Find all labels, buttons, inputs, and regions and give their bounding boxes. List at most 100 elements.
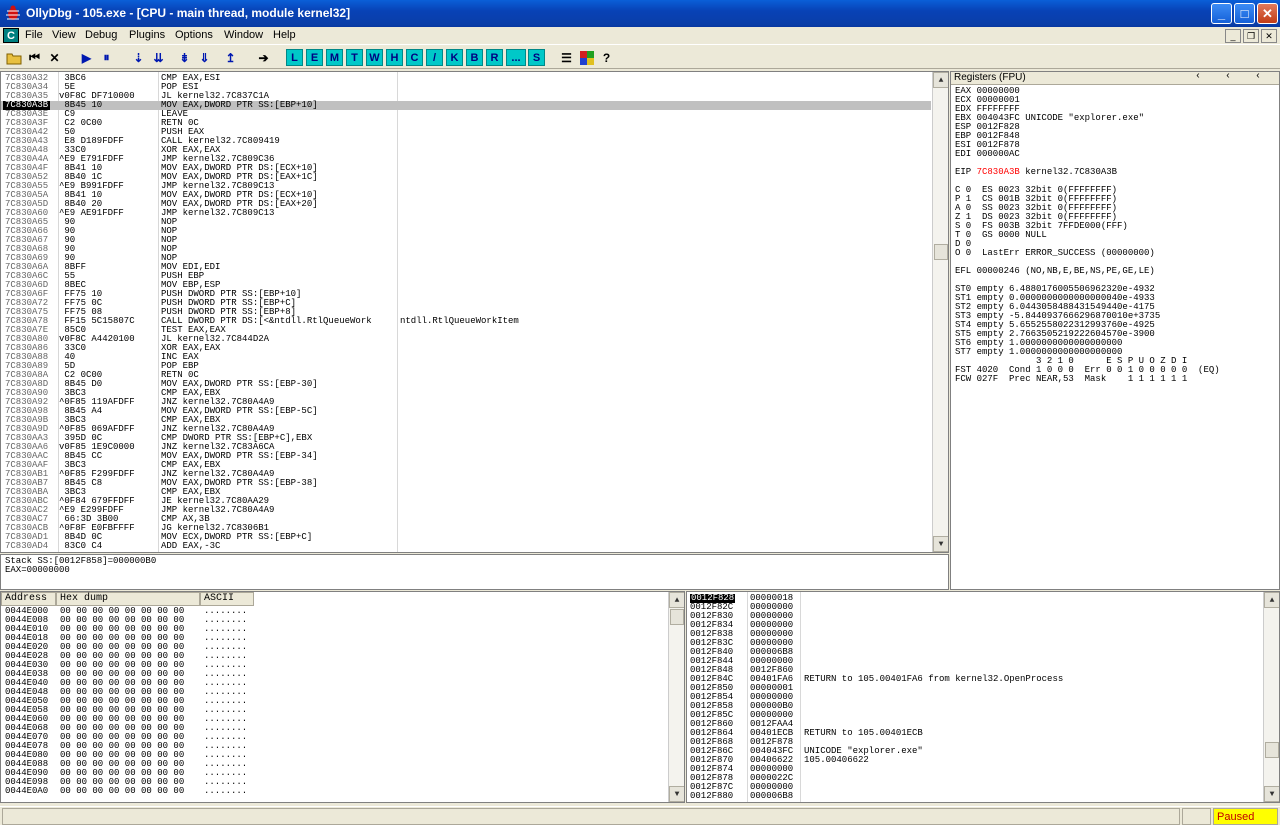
execute-till-return-icon[interactable]: ↥ <box>222 49 239 66</box>
animate-into-icon[interactable]: ⇟ <box>176 49 193 66</box>
breakpoints-button[interactable]: B <box>466 49 483 66</box>
disasm-row[interactable]: 7C830A92 ^0F85 119AFDFF JNZ kernel32.7C80A… <box>1 398 931 407</box>
disasm-row[interactable]: 7C830A68 90 NOP <box>1 245 931 254</box>
disasm-row[interactable]: 7C830A98 8B45 A4 MOV EAX,DWORD PTR SS:[EB… <box>1 407 931 416</box>
disassembly-pane[interactable]: 7C830A32 3BC6 CMP EAX,ESI 7C830A34 5E POP E… <box>0 71 949 553</box>
mdi-close-button[interactable]: ✕ <box>1261 29 1277 43</box>
menu-window[interactable]: Window <box>224 29 263 41</box>
disasm-row[interactable]: 7C830A5A 8B41 10 MOV EAX,DWORD PTR DS:[EC… <box>1 191 931 200</box>
disasm-row[interactable]: 7C830ACB ^0F8F E0FBFFFF JG kernel32.7C8306… <box>1 524 931 533</box>
menu-debug[interactable]: Debug <box>85 29 117 41</box>
disasm-row[interactable]: 7C830A4A ^E9 E791FDFF JMP kernel32.7C809C3… <box>1 155 931 164</box>
disasm-row[interactable]: 7C830AA3 395D 0C CMP DWORD PTR SS:[EBP+C]… <box>1 434 931 443</box>
run-icon[interactable]: ▶ <box>78 49 95 66</box>
stack-row[interactable]: 0012F880 000006B8 <box>687 792 1267 801</box>
disasm-row[interactable]: 7C830A3E C9 LEAVE <box>1 110 931 119</box>
cpu-button[interactable]: C <box>406 49 423 66</box>
patches-button[interactable]: / <box>426 49 443 66</box>
go-to-icon[interactable]: ➔ <box>255 49 272 66</box>
disasm-row[interactable]: 7C830A42 50 PUSH EAX <box>1 128 931 137</box>
disasm-row[interactable]: 7C830A7E 85C0 TEST EAX,EAX <box>1 326 931 335</box>
disasm-row[interactable]: 7C830AC7 66:3D 3B00 CMP AX,3B <box>1 515 931 524</box>
disasm-row[interactable]: 7C830A88 40 INC EAX <box>1 353 931 362</box>
run-trace-button[interactable]: ... <box>506 49 526 66</box>
references-button[interactable]: R <box>486 49 503 66</box>
disassembly-scrollbar[interactable]: ▲ ▼ <box>932 72 948 552</box>
appearance-icon[interactable] <box>578 49 595 66</box>
dump-column-ascii[interactable]: ASCII <box>200 592 254 606</box>
dump-pane[interactable]: Address Hex dump ASCII 0044E000 00 00 00 … <box>0 591 685 803</box>
disasm-row[interactable]: 7C830A5D 8B40 20 MOV EAX,DWORD PTR DS:[EA… <box>1 200 931 209</box>
disasm-row[interactable]: 7C830A90 3BC3 CMP EAX,EBX <box>1 389 931 398</box>
disasm-row[interactable]: 7C830A86 33C0 XOR EAX,EAX <box>1 344 931 353</box>
menu-plugins[interactable]: Plugins <box>129 29 165 41</box>
disasm-row[interactable]: 7C830A6A 8BFF MOV EDI,EDI <box>1 263 931 272</box>
disasm-row[interactable]: 7C830AAF 3BC3 CMP EAX,EBX <box>1 461 931 470</box>
close-button[interactable]: ✕ <box>1257 3 1278 24</box>
cpu-window-icon[interactable]: C <box>3 28 19 43</box>
maximize-button[interactable]: □ <box>1234 3 1255 24</box>
pause-icon[interactable]: ⏸ <box>98 49 115 66</box>
call-stack-button[interactable]: K <box>446 49 463 66</box>
disasm-row[interactable]: 7C830A4F 8B41 10 MOV EAX,DWORD PTR DS:[EC… <box>1 164 931 173</box>
restart-icon[interactable]: ⏮ <box>26 49 43 66</box>
stack-pane[interactable]: 0012F828 00000018 0012F82C 00000000 0012F830… <box>686 591 1280 803</box>
menu-options[interactable]: Options <box>175 29 213 41</box>
disasm-row[interactable]: 7C830A6F FF75 10 PUSH DWORD PTR SS:[EBP+1… <box>1 290 931 299</box>
handles-button[interactable]: H <box>386 49 403 66</box>
scroll-down-arrow-icon[interactable]: ▼ <box>933 536 948 552</box>
scroll-down-arrow-icon[interactable]: ▼ <box>669 786 684 802</box>
scroll-thumb[interactable] <box>1265 742 1279 758</box>
memory-map-button[interactable]: M <box>326 49 343 66</box>
close-program-icon[interactable]: ✕ <box>46 49 63 66</box>
disasm-row[interactable]: 7C830A55 ^E9 B991FDFF JMP kernel32.7C809C1… <box>1 182 931 191</box>
debugging-options-icon[interactable]: ☰ <box>558 49 575 66</box>
menu-file[interactable]: File <box>25 29 43 41</box>
disasm-row[interactable]: 7C830A6C 55 PUSH EBP <box>1 272 931 281</box>
scroll-thumb[interactable] <box>934 244 948 260</box>
scroll-up-arrow-icon[interactable]: ▲ <box>669 592 684 608</box>
scroll-up-arrow-icon[interactable]: ▲ <box>1264 592 1279 608</box>
disasm-row[interactable]: 7C830AD1 8B4D 0C MOV ECX,DWORD PTR SS:[EB… <box>1 533 931 542</box>
help-icon[interactable]: ? <box>598 49 615 66</box>
disasm-row[interactable]: 7C830A65 90 NOP <box>1 218 931 227</box>
disasm-row[interactable]: 7C830A69 90 NOP <box>1 254 931 263</box>
chevron-left-icon[interactable]: ‹ <box>1255 72 1261 82</box>
disasm-row[interactable]: 7C830A43 E8 D189FDFF CALL kernel32.7C8094… <box>1 137 931 146</box>
disasm-row[interactable]: 7C830AD4 83C0 C4 ADD EAX,-3C <box>1 542 931 551</box>
disasm-row[interactable]: 7C830A8A C2 0C00 RETN 0C <box>1 371 931 380</box>
disasm-row[interactable]: 7C830A67 90 NOP <box>1 236 931 245</box>
step-into-icon[interactable]: ⇣ <box>130 49 147 66</box>
disasm-row[interactable]: 7C830ABA 3BC3 CMP EAX,EBX <box>1 488 931 497</box>
stack-scrollbar[interactable]: ▲ ▼ <box>1263 592 1279 802</box>
log-window-button[interactable]: L <box>286 49 303 66</box>
disasm-row[interactable]: 7C830A78 FF15 5C15807C CALL DWORD PTR DS:… <box>1 317 931 326</box>
scroll-down-arrow-icon[interactable]: ▼ <box>1264 786 1279 802</box>
disasm-row[interactable]: 7C830A3F C2 0C00 RETN 0C <box>1 119 931 128</box>
mdi-minimize-button[interactable]: _ <box>1225 29 1241 43</box>
dump-scrollbar[interactable]: ▲ ▼ <box>668 592 684 802</box>
disasm-row[interactable]: 7C830A48 33C0 XOR EAX,EAX <box>1 146 931 155</box>
disasm-row[interactable]: 7C830ABC ^0F84 679FFDFF JE kernel32.7C80AA… <box>1 497 931 506</box>
chevron-left-icon[interactable]: ‹ <box>1225 72 1231 82</box>
menu-view[interactable]: View <box>52 29 76 41</box>
disasm-row-selected[interactable]: 7C830A3B 8B45 10 MOV EAX,DWORD PTR SS:[EB… <box>1 101 931 110</box>
disasm-row[interactable]: 7C830AAC 8B45 CC MOV EAX,DWORD PTR SS:[EB… <box>1 452 931 461</box>
disasm-row[interactable]: 7C830A9B 3BC3 CMP EAX,EBX <box>1 416 931 425</box>
disasm-row[interactable]: 7C830A52 8B40 1C MOV EAX,DWORD PTR DS:[EA… <box>1 173 931 182</box>
menu-help[interactable]: Help <box>273 29 296 41</box>
disasm-row[interactable]: 7C830AB7 8B45 C8 MOV EAX,DWORD PTR SS:[EB… <box>1 479 931 488</box>
executable-modules-button[interactable]: E <box>306 49 323 66</box>
disasm-row[interactable]: 7C830A80 v0F8C A4420100 JL kernel32.7C844D… <box>1 335 931 344</box>
disasm-row[interactable]: 7C830A34 5E POP ESI <box>1 83 931 92</box>
dump-column-address[interactable]: Address <box>1 592 56 606</box>
open-icon[interactable] <box>5 49 22 66</box>
source-button[interactable]: S <box>528 49 545 66</box>
disasm-row[interactable]: 7C830A72 FF75 0C PUSH DWORD PTR SS:[EBP+C… <box>1 299 931 308</box>
disasm-row[interactable]: 7C830A8D 8B45 D0 MOV EAX,DWORD PTR SS:[EB… <box>1 380 931 389</box>
dump-column-hex[interactable]: Hex dump <box>56 592 200 606</box>
minimize-button[interactable]: _ <box>1211 3 1232 24</box>
mdi-restore-button[interactable]: ❐ <box>1243 29 1259 43</box>
registers-pane[interactable]: Registers (FPU) ‹ ‹ ‹ EAX 00000000 ECX 00… <box>950 71 1280 590</box>
disasm-row[interactable]: 7C830A35 v0F8C DF710000 JL kernel32.7C837C… <box>1 92 931 101</box>
